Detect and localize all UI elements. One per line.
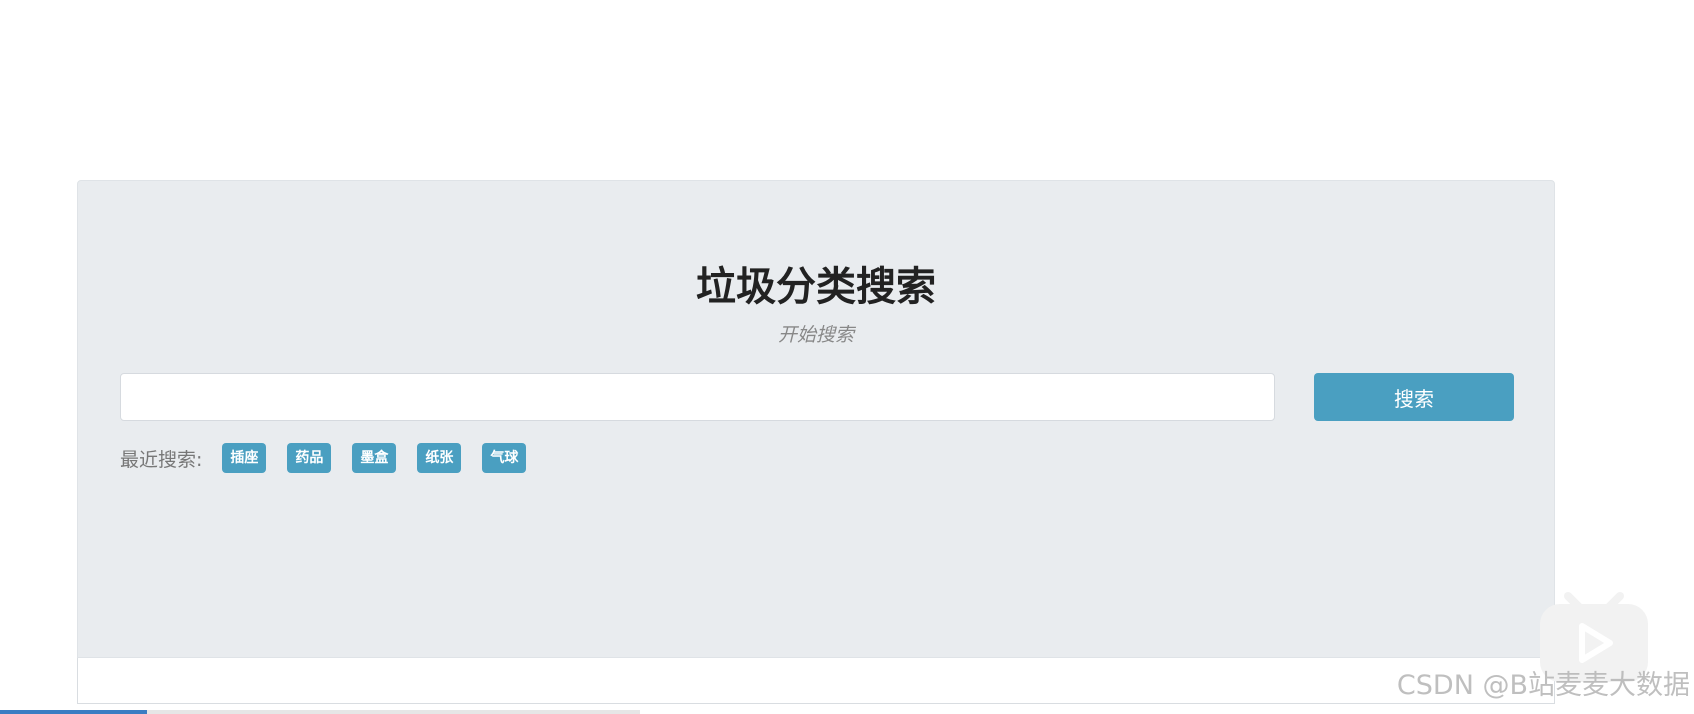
- video-progress-bar[interactable]: [0, 710, 640, 714]
- panel-footer: [77, 658, 1555, 704]
- watermark: CSDN @B站麦麦大数据: [1396, 670, 1690, 701]
- recent-tag-ink-cartridge[interactable]: 墨盒: [352, 443, 397, 473]
- page-title: 垃圾分类搜索: [696, 264, 936, 310]
- recent-tag-socket[interactable]: 插座: [222, 443, 267, 473]
- search-input[interactable]: [120, 373, 1275, 421]
- recent-tag-medicine[interactable]: 药品: [287, 443, 332, 473]
- recent-tag-balloon[interactable]: 气球: [482, 443, 527, 473]
- page-subtitle: 开始搜索: [777, 324, 854, 346]
- recent-searches-label: 最近搜索:: [120, 448, 203, 471]
- recent-searches: 最近搜索: 插座 药品 墨盒 纸张 气球: [120, 443, 547, 473]
- search-panel: 垃圾分类搜索 开始搜索 搜索 最近搜索: 插座 药品 墨盒 纸张 气球: [77, 180, 1555, 658]
- recent-tag-paper[interactable]: 纸张: [417, 443, 462, 473]
- video-progress-fill: [0, 710, 148, 714]
- search-button[interactable]: 搜索: [1314, 373, 1514, 421]
